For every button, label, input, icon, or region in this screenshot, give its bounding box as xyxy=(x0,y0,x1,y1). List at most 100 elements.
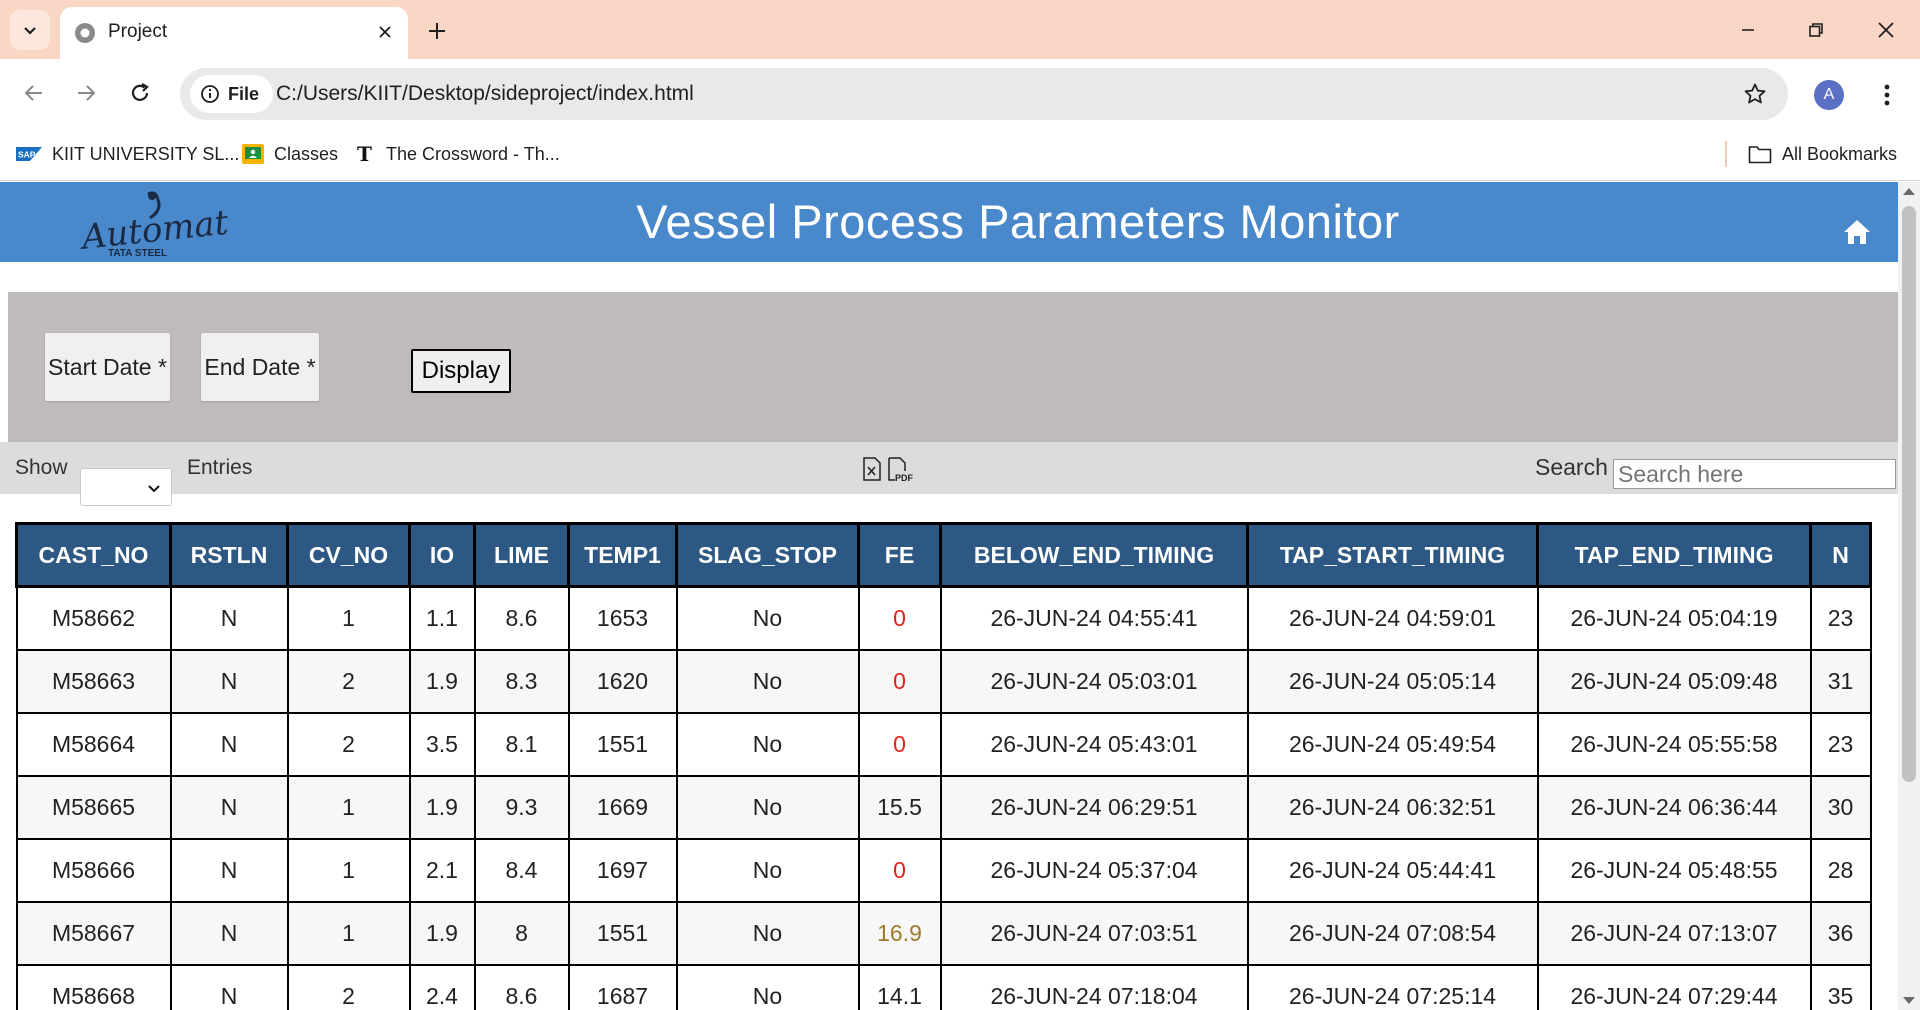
page-scrollbar[interactable] xyxy=(1898,182,1920,1010)
table-row[interactable]: M58664 N 2 3.5 8.1 1551 No 0 26-JUN-24 05:43:01 2… xyxy=(15,711,1872,777)
table-cell: 8.4 xyxy=(473,837,570,903)
scroll-up-arrow[interactable] xyxy=(1903,188,1915,195)
chevron-down-icon xyxy=(148,485,160,493)
table-cell: 9.3 xyxy=(473,774,570,840)
table-cell: No xyxy=(675,711,860,777)
tab-strip: Project xyxy=(0,0,1920,59)
pdf-export-icon[interactable]: PDF xyxy=(887,457,913,483)
site-info-chip[interactable]: File xyxy=(190,75,274,113)
end-date-button[interactable]: End Date * xyxy=(201,333,319,401)
display-button[interactable]: Display xyxy=(411,349,511,393)
table-row[interactable]: M58667 N 1 1.9 8 1551 No 16.9 26-JUN-24 07:03:51… xyxy=(15,900,1872,966)
table-cell: M58664 xyxy=(15,711,172,777)
scrollbar-thumb[interactable] xyxy=(1902,206,1916,782)
bookmark-classes[interactable]: Classes xyxy=(242,139,338,169)
table-body: M58662 N 1 1.1 8.6 1653 No 0 26-JUN-24 04:55:41 2… xyxy=(15,585,1872,1010)
table-cell: N xyxy=(169,585,289,651)
close-tab-button[interactable] xyxy=(372,19,398,45)
table-cell: 26-JUN-24 05:44:41 xyxy=(1246,837,1539,903)
column-header[interactable]: FE xyxy=(857,522,942,588)
home-icon[interactable] xyxy=(1842,218,1872,246)
new-tab-button[interactable] xyxy=(420,14,454,48)
sap-icon: SAP xyxy=(16,147,42,161)
table-cell: 1.1 xyxy=(408,585,476,651)
table-cell: 26-JUN-24 04:59:01 xyxy=(1246,585,1539,651)
table-cell: 1 xyxy=(286,900,411,966)
table-cell: 26-JUN-24 07:13:07 xyxy=(1536,900,1812,966)
arrow-right-icon xyxy=(78,85,96,101)
profile-avatar[interactable]: A xyxy=(1814,80,1844,110)
table-cell: M58667 xyxy=(15,900,172,966)
classroom-icon xyxy=(242,144,264,164)
table-cell: 2 xyxy=(286,963,411,1010)
table-row[interactable]: M58662 N 1 1.1 8.6 1653 No 0 26-JUN-24 04:55:41 2… xyxy=(15,585,1872,651)
more-vertical-icon xyxy=(1884,84,1890,106)
close-icon xyxy=(379,26,391,38)
table-cell: 26-JUN-24 05:43:01 xyxy=(939,711,1249,777)
address-bar[interactable]: File C:/Users/KIIT/Desktop/sideproject/i… xyxy=(180,68,1788,120)
table-cell: 0 xyxy=(857,711,942,777)
table-cell: 26-JUN-24 05:49:54 xyxy=(1246,711,1539,777)
restore-button[interactable] xyxy=(1796,10,1836,50)
table-cell: M58666 xyxy=(15,837,172,903)
start-date-button[interactable]: Start Date * xyxy=(45,333,170,401)
table-cell: 14.1 xyxy=(857,963,942,1010)
minimize-button[interactable] xyxy=(1728,10,1768,50)
excel-export-icon[interactable] xyxy=(862,457,882,481)
column-header[interactable]: SLAG_STOP xyxy=(675,522,860,588)
close-window-button[interactable] xyxy=(1866,10,1906,50)
table-cell: 1551 xyxy=(567,711,678,777)
tab-search-button[interactable] xyxy=(10,10,50,50)
bookmarks-bar: SAP KIIT UNIVERSITY SL... Classes T The … xyxy=(0,129,1920,181)
table-row[interactable]: M58668 N 2 2.4 8.6 1687 No 14.1 26-JUN-24 07:18:… xyxy=(15,963,1872,1010)
column-header[interactable]: RSTLN xyxy=(169,522,289,588)
column-header[interactable]: IO xyxy=(408,522,476,588)
column-header[interactable]: CAST_NO xyxy=(15,522,172,588)
forward-button[interactable] xyxy=(66,73,106,113)
table-cell: 8 xyxy=(473,900,570,966)
table-cell: 26-JUN-24 07:08:54 xyxy=(1246,900,1539,966)
column-header[interactable]: BELOW_END_TIMING xyxy=(939,522,1249,588)
all-bookmarks-button[interactable]: All Bookmarks xyxy=(1748,139,1897,169)
reload-button[interactable] xyxy=(120,73,160,113)
table-cell: N xyxy=(169,963,289,1010)
table-row[interactable]: M58665 N 1 1.9 9.3 1669 No 15.5 26-JUN-24 06:29:… xyxy=(15,774,1872,840)
url-text[interactable]: C:/Users/KIIT/Desktop/sideproject/index.… xyxy=(276,82,694,106)
table-cell: 1620 xyxy=(567,648,678,714)
filter-panel: Start Date * End Date * Display xyxy=(8,292,1898,442)
table-row[interactable]: M58666 N 1 2.1 8.4 1697 No 0 26-JUN-24 05:37:04 2… xyxy=(15,837,1872,903)
column-header[interactable]: LIME xyxy=(473,522,570,588)
column-header[interactable]: TEMP1 xyxy=(567,522,678,588)
search-input[interactable] xyxy=(1613,459,1896,489)
column-header[interactable]: TAP_END_TIMING xyxy=(1536,522,1812,588)
table-cell: 26-JUN-24 05:09:48 xyxy=(1536,648,1812,714)
table-cell: M58665 xyxy=(15,774,172,840)
table-cell: 2 xyxy=(286,711,411,777)
back-button[interactable] xyxy=(14,73,54,113)
table-cell: N xyxy=(169,837,289,903)
browser-menu-button[interactable] xyxy=(1870,78,1904,112)
column-header[interactable]: CV_NO xyxy=(286,522,411,588)
table-cell: 1.9 xyxy=(408,648,476,714)
table-cell: 3.5 xyxy=(408,711,476,777)
browser-tab[interactable]: Project xyxy=(60,7,408,59)
table-cell: 1 xyxy=(286,837,411,903)
table-cell: 26-JUN-24 05:05:14 xyxy=(1246,648,1539,714)
svg-text:PDF: PDF xyxy=(895,473,913,483)
bookmark-kiit[interactable]: SAP KIIT UNIVERSITY SL... xyxy=(16,139,239,169)
table-cell: N xyxy=(169,648,289,714)
column-header[interactable]: TAP_START_TIMING xyxy=(1246,522,1539,588)
globe-icon xyxy=(75,23,95,43)
bookmark-star-button[interactable] xyxy=(1740,79,1770,109)
table-controls: Show Entries PDF Search xyxy=(0,442,1898,506)
column-header[interactable]: N xyxy=(1809,522,1872,588)
table-cell: 1 xyxy=(286,585,411,651)
table-row[interactable]: M58663 N 2 1.9 8.3 1620 No 0 26-JUN-24 05:03:01 2… xyxy=(15,648,1872,714)
chevron-down-icon xyxy=(24,27,36,35)
table-cell: 26-JUN-24 05:03:01 xyxy=(939,648,1249,714)
scroll-down-arrow[interactable] xyxy=(1903,997,1915,1004)
table-cell: 8.6 xyxy=(473,585,570,651)
browser-toolbar: File C:/Users/KIIT/Desktop/sideproject/i… xyxy=(0,59,1920,129)
entries-select[interactable] xyxy=(80,468,172,506)
bookmark-crossword[interactable]: T The Crossword - Th... xyxy=(356,139,560,169)
